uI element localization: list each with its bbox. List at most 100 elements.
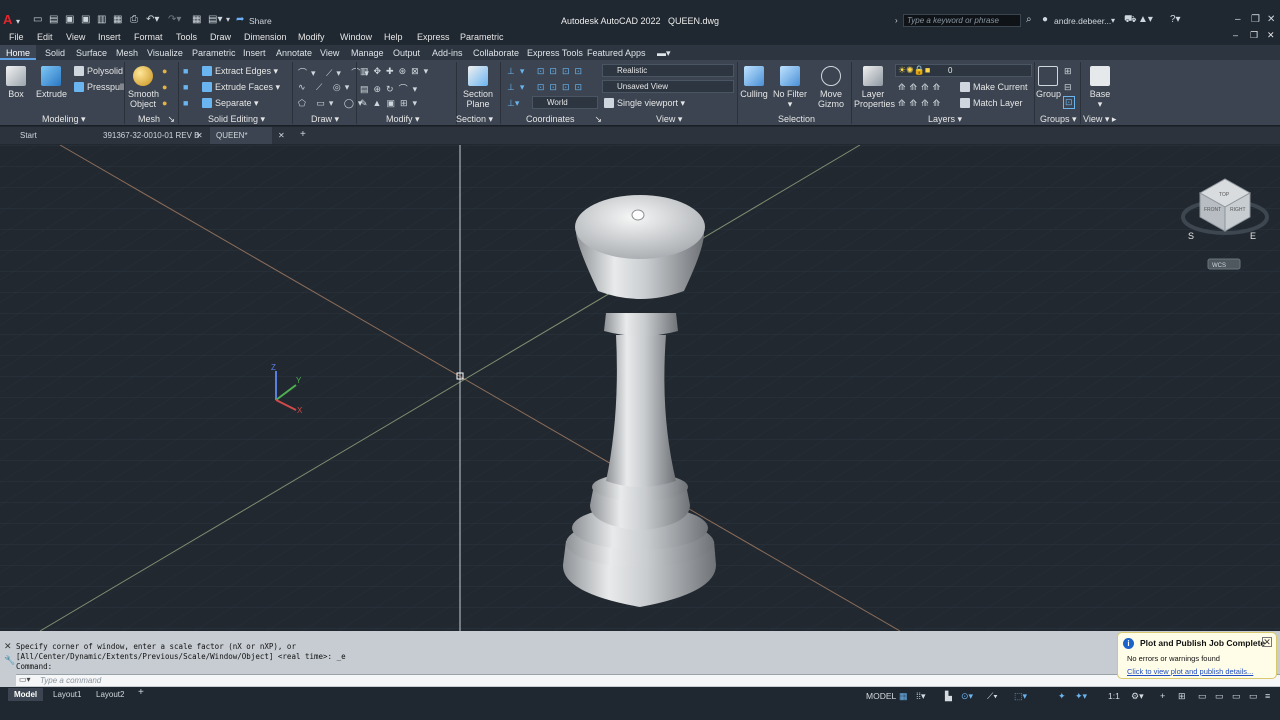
menu-modify[interactable]: Modify <box>298 32 325 42</box>
move-gizmo-button[interactable]: Move Gizmo <box>816 66 846 109</box>
panel-view2-title[interactable]: View ▾ ▸ <box>1083 114 1116 125</box>
polysolid-button[interactable]: Polysolid <box>74 66 123 76</box>
a360-icon[interactable]: ▲▾ <box>1138 14 1153 25</box>
modify-row-3-icons[interactable]: ✎▲▣⊞▾ <box>360 98 422 109</box>
annotation-scale[interactable]: 1:1 <box>1108 691 1120 701</box>
tab-annotate[interactable]: Annotate <box>276 48 312 58</box>
extrude-button[interactable]: Extrude <box>36 66 67 99</box>
grid-icon[interactable]: ▦ <box>899 691 908 702</box>
user-icon[interactable]: ● <box>1042 14 1048 25</box>
mesh-tool-2-icon[interactable]: ● <box>162 82 167 92</box>
make-current-button[interactable]: Make Current <box>960 82 1028 92</box>
doc-tab-close-icon[interactable]: ✕ <box>278 131 285 140</box>
polar-icon[interactable]: ⊙▾ <box>961 691 973 702</box>
union-icon[interactable]: ■ <box>183 66 188 76</box>
tab-manage[interactable]: Manage <box>351 48 384 58</box>
modify-row-1-icons[interactable]: ▥✥✚⊛⊠▾ <box>360 66 433 77</box>
group-edit-icon[interactable]: ⊟ <box>1064 82 1072 93</box>
ribbon-options-icon[interactable]: ▬▾ <box>657 48 671 59</box>
quick-props-icon[interactable]: ▭ <box>1232 691 1241 702</box>
menu-help[interactable]: Help <box>384 32 403 42</box>
doc-tab-queen[interactable]: QUEEN* <box>210 127 272 144</box>
extract-edges-button[interactable]: Extract Edges ▾ <box>202 66 278 77</box>
panel-mesh-title[interactable]: Mesh ↘ <box>138 114 175 125</box>
separate-button[interactable]: Separate ▾ <box>202 98 259 109</box>
command-input[interactable]: Type a command <box>16 674 1280 686</box>
panel-draw-title[interactable]: Draw ▾ <box>311 114 339 125</box>
presspull-button[interactable]: Presspull <box>74 82 124 92</box>
chevron-right-icon[interactable]: › <box>895 16 898 25</box>
doc-tab-start[interactable]: Start <box>20 131 37 140</box>
tab-add-ins[interactable]: Add-ins <box>432 48 463 58</box>
menu-tools[interactable]: Tools <box>176 32 197 42</box>
menu-dimension[interactable]: Dimension <box>244 32 287 42</box>
group-button[interactable]: Group <box>1036 66 1061 99</box>
tab-featured-apps[interactable]: Featured Apps <box>587 48 646 58</box>
isolate-objects-icon[interactable]: ▭ <box>1215 691 1224 702</box>
help-icon[interactable]: ?▾ <box>1170 14 1181 25</box>
visual-style-select[interactable]: Realistic <box>602 64 734 77</box>
binoculars-icon[interactable]: ⌕ <box>1026 14 1032 25</box>
panel-modify-title[interactable]: Modify ▾ <box>386 114 420 125</box>
panel-coordinates-title[interactable]: Coordinates ↘ <box>526 114 602 125</box>
menu-view[interactable]: View <box>66 32 85 42</box>
notification-details-link[interactable]: Click to view plot and publish details..… <box>1127 667 1253 676</box>
mesh-tool-1-icon[interactable]: ● <box>162 66 167 76</box>
intersect-icon[interactable]: ■ <box>183 98 188 108</box>
menu-insert[interactable]: Insert <box>98 32 121 42</box>
tab-home[interactable]: Home <box>0 45 37 60</box>
layout-tab-layout1[interactable]: Layout1 <box>53 690 81 699</box>
tab-express-tools[interactable]: Express Tools <box>527 48 583 58</box>
new-tab-plus-icon[interactable]: + <box>300 129 306 140</box>
hardware-accel-icon[interactable]: ▭ <box>1198 691 1207 702</box>
add-layout-plus-icon[interactable]: + <box>138 687 144 698</box>
customization-icon[interactable]: ≡ <box>1265 691 1270 701</box>
menu-window[interactable]: Window <box>340 32 372 42</box>
no-filter-button[interactable]: No Filter ▾ <box>773 66 807 109</box>
menu-format[interactable]: Format <box>134 32 163 42</box>
panel-modeling-title[interactable]: Modeling ▾ <box>42 114 86 125</box>
subtract-icon[interactable]: ■ <box>183 82 188 92</box>
model-space-toggle[interactable]: MODEL <box>866 691 896 701</box>
tab-collaborate[interactable]: Collaborate <box>473 48 519 58</box>
smooth-object-button[interactable]: Smooth Object <box>128 66 159 109</box>
infer-icon[interactable]: ▙ <box>945 691 952 702</box>
ungroup-icon[interactable]: ⊞ <box>1064 66 1072 77</box>
base-view-button[interactable]: Base ▾ <box>1086 66 1114 109</box>
mesh-tool-3-icon[interactable]: ● <box>162 98 167 108</box>
layout-tab-model[interactable]: Model <box>8 688 44 701</box>
user-menu-chevron-icon[interactable]: ▾ <box>1111 16 1115 25</box>
match-layer-button[interactable]: Match Layer <box>960 98 1023 108</box>
modify-row-2-icons[interactable]: ▤⊕↻⌒▾ <box>360 82 422 95</box>
doc-restore-icon[interactable]: ❐ <box>1250 30 1258 41</box>
doc-tab-close-icon[interactable]: ✕ <box>196 131 203 140</box>
osnap-icon[interactable]: ⬚▾ <box>1014 691 1027 702</box>
snap-icon[interactable]: ⁞⁞▾ <box>916 691 926 702</box>
search-input[interactable]: Type a keyword or phrase <box>903 14 1021 27</box>
ucs-row-2-icons[interactable]: ⊥▾ ⊡⊡⊡⊡ <box>507 82 587 93</box>
clean-screen-icon[interactable]: ▭ <box>1249 691 1258 702</box>
restore-icon[interactable]: ❐ <box>1251 14 1260 25</box>
menu-express[interactable]: Express <box>417 32 450 42</box>
group-select-icon[interactable]: ⊡ <box>1063 96 1075 109</box>
box-button[interactable]: Box <box>4 66 28 99</box>
tab-visualize[interactable]: Visualize <box>147 48 183 58</box>
ucs-world-select[interactable]: World <box>532 96 598 109</box>
layer-row-3-icons[interactable]: ⟰⟰⟰⟰ <box>898 98 944 109</box>
menu-edit[interactable]: Edit <box>37 32 53 42</box>
notification-close-icon[interactable]: ✕ <box>1262 637 1272 647</box>
doc-close-icon[interactable]: ✕ <box>1267 30 1275 41</box>
panel-layers-title[interactable]: Layers ▾ <box>928 114 962 125</box>
annotation-visibility-icon[interactable]: ✦ <box>1058 691 1066 702</box>
isodraft-icon[interactable]: ⟋▾ <box>987 691 998 702</box>
units-icon[interactable]: ⊞ <box>1178 691 1186 702</box>
minimize-icon[interactable]: – <box>1235 14 1241 25</box>
draw-row-2-icons[interactable]: ∿ ⟋ ◎▾ <box>298 82 353 93</box>
annotation-monitor-icon[interactable]: + <box>1160 691 1165 701</box>
panel-view-title[interactable]: View ▾ <box>656 114 682 125</box>
menu-draw[interactable]: Draw <box>210 32 231 42</box>
tab-mesh[interactable]: Mesh <box>116 48 138 58</box>
model-viewport[interactable]: Z Y X TOP FRONT RIGHT S E WCS <box>0 145 1280 631</box>
doc-tab-391367[interactable]: 391367-32-0010-01 REV B <box>103 131 200 140</box>
menu-parametric[interactable]: Parametric <box>460 32 504 42</box>
